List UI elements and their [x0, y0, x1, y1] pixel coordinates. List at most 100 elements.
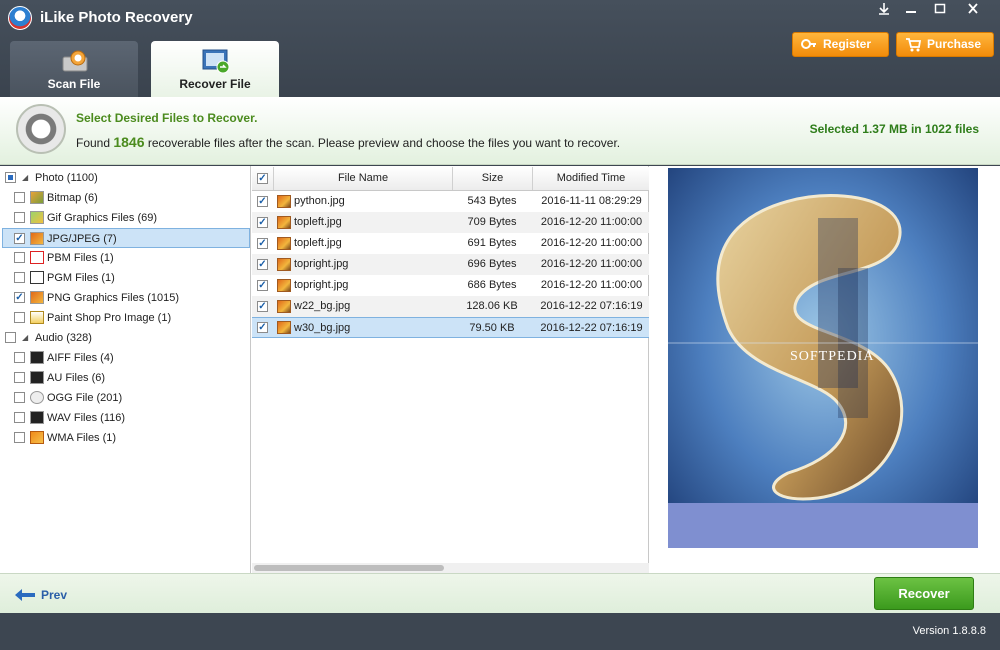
file-modified: 2016-12-20 11:00:00 [540, 279, 643, 291]
register-button[interactable]: Register [792, 32, 889, 57]
tree-item-jpg[interactable]: ✓ JPG/JPEG (7) [2, 228, 250, 248]
tree-checkbox[interactable] [14, 272, 25, 283]
sony-icon [30, 271, 44, 284]
tree-checkbox[interactable] [14, 192, 25, 203]
expand-icon[interactable]: ◢ [22, 328, 28, 348]
expand-icon[interactable]: ◢ [22, 168, 28, 188]
jpg-icon [30, 232, 44, 245]
tree-item-au[interactable]: AU Files (6) [0, 368, 251, 388]
file-row-selected[interactable]: ✓ w30_bg.jpg 79.50 KB 2016-12-22 07:16:1… [252, 317, 649, 338]
tab-scan-file[interactable]: Scan File [10, 41, 138, 97]
close-icon[interactable] [962, 2, 984, 20]
tree-item-photo[interactable]: ◢ Photo (1100) [0, 168, 251, 188]
tree-item-gif[interactable]: Gif Graphics Files (69) [0, 208, 251, 228]
purchase-label: Purchase [927, 37, 982, 51]
jpg-file-icon [277, 216, 291, 229]
tree-item-label: Paint Shop Pro Image (1) [47, 312, 172, 324]
file-checkbox[interactable]: ✓ [257, 238, 268, 249]
column-modified-time[interactable]: Modified Time [533, 167, 649, 190]
file-checkbox[interactable]: ✓ [257, 280, 268, 291]
tree-item-psp[interactable]: Paint Shop Pro Image (1) [0, 308, 251, 328]
wav-icon [30, 411, 44, 424]
tree-checkbox[interactable] [5, 172, 16, 183]
file-name: topleft.jpg [294, 216, 342, 228]
tree-checkbox[interactable] [14, 312, 25, 323]
file-list: ✓ File Name Size Modified Time ✓ python.… [252, 166, 649, 573]
file-checkbox[interactable]: ✓ [257, 196, 268, 207]
tree-item-label: AU Files (6) [47, 372, 106, 384]
file-row[interactable]: ✓ w22_bg.jpg 128.06 KB 2016-12-22 07:16:… [252, 296, 649, 317]
tree-item-pbm[interactable]: PBM Files (1) [0, 248, 251, 268]
pbm-icon [30, 251, 44, 264]
tree-item-aiff[interactable]: AIFF Files (4) [0, 348, 251, 368]
maximize-icon[interactable] [929, 2, 951, 20]
file-name: topright.jpg [294, 258, 349, 270]
jpg-file-icon [277, 195, 291, 208]
jpg-file-icon [277, 237, 291, 250]
select-all-checkbox[interactable]: ✓ [257, 173, 268, 184]
tree-item-png[interactable]: ✓ PNG Graphics Files (1015) [0, 288, 251, 308]
tree-item-label: PBM Files (1) [47, 252, 114, 264]
minimize-icon[interactable] [900, 2, 922, 20]
file-row[interactable]: ✓ topleft.jpg 691 Bytes 2016-12-20 11:00… [252, 233, 649, 254]
tree-item-ogg[interactable]: OGG File (201) [0, 388, 251, 408]
app-logo-icon [8, 6, 32, 30]
tree-item-label: PNG Graphics Files (1015) [47, 292, 180, 304]
scrollbar-thumb[interactable] [254, 565, 444, 571]
gif-icon [30, 211, 44, 224]
preview-pane: SOFTPEDIA [650, 166, 1000, 573]
file-checkbox[interactable]: ✓ [257, 259, 268, 270]
file-row[interactable]: ✓ topleft.jpg 709 Bytes 2016-12-20 11:00… [252, 212, 649, 233]
prev-label: Prev [41, 588, 68, 602]
tree-item-label: WAV Files (116) [47, 412, 126, 424]
tree-item-wav[interactable]: WAV Files (116) [0, 408, 251, 428]
file-checkbox[interactable]: ✓ [257, 301, 268, 312]
file-name: python.jpg [294, 195, 345, 207]
tree-item-bitmap[interactable]: Bitmap (6) [0, 188, 251, 208]
column-size[interactable]: Size [453, 167, 533, 190]
tree-checkbox[interactable] [14, 412, 25, 423]
file-row[interactable]: ✓ python.jpg 543 Bytes 2016-11-11 08:29:… [252, 191, 649, 212]
status-bar: Version 1.8.8.8 [0, 613, 1000, 650]
jpg-file-icon [277, 279, 291, 292]
file-size: 709 Bytes [467, 216, 517, 228]
file-size: 128.06 KB [466, 300, 518, 312]
tree-item-label: Photo (1100) [35, 172, 98, 184]
tree-checkbox[interactable] [14, 212, 25, 223]
download-icon[interactable] [873, 2, 895, 20]
ogg-icon [30, 391, 44, 404]
file-modified: 2016-11-11 08:29:29 [541, 195, 642, 207]
tab-recover-file[interactable]: Recover File [151, 41, 279, 97]
file-modified: 2016-12-20 11:00:00 [540, 237, 643, 249]
column-file-name[interactable]: File Name [274, 167, 453, 190]
tree-checkbox[interactable] [14, 352, 25, 363]
tree-item-label: Bitmap (6) [47, 192, 98, 204]
tree-checkbox[interactable] [14, 252, 25, 263]
tree-checkbox[interactable] [14, 372, 25, 383]
purchase-button[interactable]: Purchase [896, 32, 994, 57]
tree-item-pgm[interactable]: PGM Files (1) [0, 268, 251, 288]
file-row[interactable]: ✓ topright.jpg 696 Bytes 2016-12-20 11:0… [252, 254, 649, 275]
tree-item-label: PGM Files (1) [47, 272, 115, 284]
tree-item-wma[interactable]: WMA Files (1) [0, 428, 251, 448]
tree-checkbox[interactable] [14, 392, 25, 403]
tab-label: Recover File [179, 77, 251, 91]
file-name: topright.jpg [294, 279, 349, 291]
banner-desc-prefix: Found [76, 136, 114, 150]
tree-item-label: AIFF Files (4) [47, 352, 114, 364]
selection-summary: Selected 1.37 MB in 1022 files [809, 122, 979, 136]
file-checkbox[interactable]: ✓ [257, 322, 268, 333]
file-checkbox[interactable]: ✓ [257, 217, 268, 228]
recover-button[interactable]: Recover [874, 577, 974, 610]
back-arrow-icon [15, 589, 35, 601]
psp-icon [30, 311, 44, 324]
tree-item-audio[interactable]: ◢ Audio (328) [0, 328, 251, 348]
found-count: 1846 [113, 134, 145, 150]
horizontal-scrollbar[interactable] [252, 563, 649, 573]
file-row[interactable]: ✓ topright.jpg 686 Bytes 2016-12-20 11:0… [252, 275, 649, 296]
tree-checkbox[interactable] [14, 432, 25, 443]
prev-button[interactable]: Prev [14, 585, 67, 605]
tree-checkbox[interactable]: ✓ [14, 292, 25, 303]
tree-checkbox[interactable]: ✓ [14, 233, 25, 244]
tree-checkbox[interactable] [5, 332, 16, 343]
